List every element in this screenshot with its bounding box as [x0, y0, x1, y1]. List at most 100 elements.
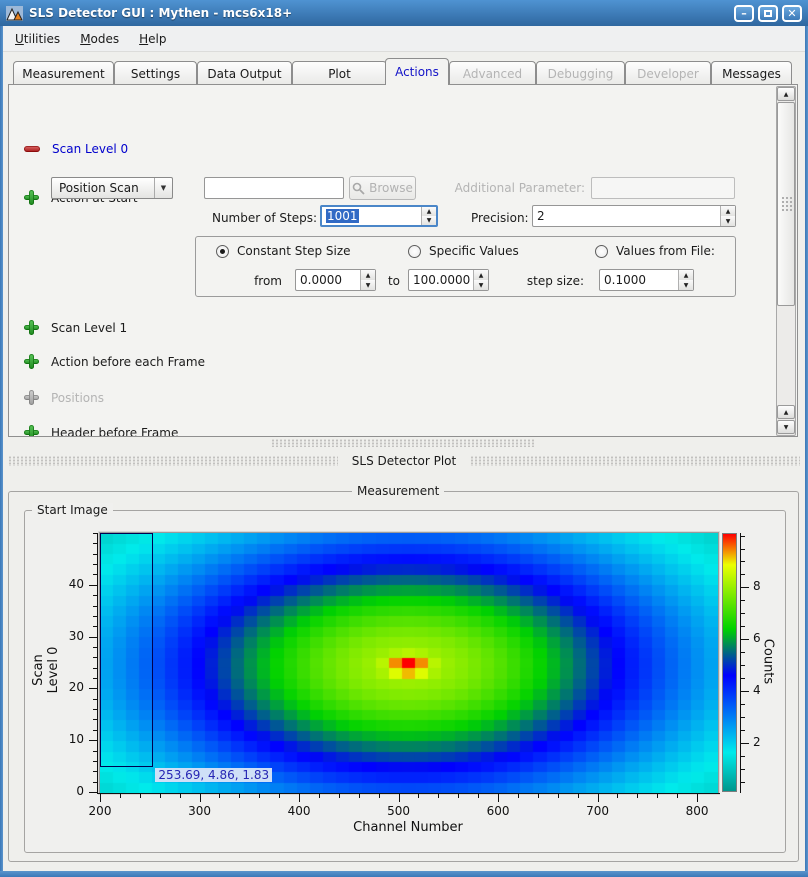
radio-constant-step[interactable]: Constant Step Size	[216, 244, 351, 258]
scan-level-0-row[interactable]: Scan Level 0	[24, 142, 128, 156]
spin-up-icon[interactable]: ▲	[679, 270, 693, 280]
x-tick-label: 400	[279, 804, 319, 818]
splitter-handle[interactable]	[271, 439, 536, 447]
y-major-tick	[89, 585, 97, 586]
y-tick-label: 0	[52, 784, 84, 798]
x-tick-label: 600	[478, 804, 518, 818]
x-minor-tick	[677, 794, 678, 798]
maximize-button[interactable]	[758, 5, 778, 22]
y-minor-tick	[93, 719, 97, 720]
menu-modes[interactable]: Modes	[72, 29, 127, 49]
tab-messages[interactable]: Messages	[711, 61, 792, 85]
scrollbar-down-button[interactable]: ▼	[777, 420, 795, 434]
spin-down-icon[interactable]: ▼	[474, 280, 488, 290]
radio-icon[interactable]	[595, 245, 608, 258]
colorbar-axis-line	[740, 533, 741, 793]
spin-up-icon[interactable]: ▲	[361, 270, 375, 280]
precision-spinbox[interactable]: 2 ▲▼	[532, 205, 736, 227]
plot-canvas-frame	[99, 532, 719, 794]
x-minor-tick	[438, 794, 439, 798]
x-minor-tick	[279, 794, 280, 798]
scan-mode-combobox[interactable]: Position Scan ▼	[51, 177, 173, 199]
action-before-frame-label: Action before each Frame	[51, 355, 205, 369]
x-minor-tick	[180, 794, 181, 798]
y-minor-tick	[93, 730, 97, 731]
radio-specific-values[interactable]: Specific Values	[408, 244, 519, 258]
from-spinbox[interactable]: 0.0000 ▲▼	[295, 269, 376, 291]
expand-plus-icon[interactable]	[24, 320, 39, 335]
radio-icon[interactable]	[408, 245, 421, 258]
dock-titlebar-texture-left[interactable]	[8, 456, 338, 466]
y-minor-tick	[93, 533, 97, 534]
x-minor-tick	[458, 794, 459, 798]
menu-help[interactable]: Help	[131, 29, 174, 49]
number-of-steps-spinbox[interactable]: 1001 ▲▼	[320, 205, 438, 227]
colorbar-tick-label: 6	[753, 631, 773, 645]
precision-label: Precision:	[471, 211, 527, 225]
chevron-down-icon[interactable]: ▼	[154, 178, 172, 198]
colorbar-minor-tick	[741, 549, 745, 550]
title-bar[interactable]: SLS Detector GUI : Mythen - mcs6x18+ – ✕	[0, 0, 808, 26]
scan-level-1-row[interactable]: Scan Level 1	[24, 320, 127, 335]
y-minor-tick	[93, 761, 97, 762]
x-minor-tick	[259, 794, 260, 798]
scan-script-input[interactable]	[204, 177, 344, 199]
menu-utilities[interactable]: Utilities	[7, 29, 68, 49]
maximize-icon	[764, 10, 772, 17]
actions-panel: Action at Start Scan Level 0 Position Sc…	[8, 84, 798, 437]
measurement-group-title: Measurement	[352, 484, 444, 498]
dock-titlebar-texture-right[interactable]	[470, 456, 800, 466]
colorbar-major-tick	[741, 587, 749, 588]
y-minor-tick	[93, 554, 97, 555]
scan-level-1-label: Scan Level 1	[51, 321, 127, 335]
colorbar-minor-tick	[741, 704, 745, 705]
header-before-frame-row[interactable]: Header before Frame	[24, 425, 178, 437]
spin-down-icon[interactable]: ▼	[679, 280, 693, 290]
heatmap-canvas[interactable]	[100, 533, 718, 793]
zoom-selection-rect[interactable]	[100, 533, 153, 767]
colorbar-tick-label: 4	[753, 683, 773, 697]
expand-plus-icon[interactable]	[24, 425, 39, 437]
step-size-spinbox[interactable]: 0.1000 ▲▼	[599, 269, 694, 291]
tab-settings[interactable]: Settings	[114, 61, 197, 85]
expand-plus-icon[interactable]	[24, 354, 39, 369]
number-of-steps-label: Number of Steps:	[189, 211, 317, 225]
window-border-bottom	[0, 871, 808, 877]
tab-actions[interactable]: Actions	[385, 58, 449, 85]
tab-plot[interactable]: Plot	[292, 61, 387, 85]
tab-debugging: Debugging	[536, 61, 625, 85]
x-major-tick	[697, 794, 698, 802]
scrollbar-thumb[interactable]	[777, 102, 795, 306]
spin-up-icon[interactable]: ▲	[721, 206, 735, 216]
tab-data-output[interactable]: Data Output	[197, 61, 292, 85]
to-spinbox[interactable]: 100.0000 ▲▼	[408, 269, 489, 291]
minimize-button[interactable]: –	[734, 5, 754, 22]
x-minor-tick	[578, 794, 579, 798]
y-tick-label: 30	[52, 629, 84, 643]
additional-parameter-input	[591, 177, 735, 199]
scrollbar-up-button[interactable]: ▲	[777, 87, 795, 101]
y-minor-tick	[93, 574, 97, 575]
spin-down-icon[interactable]: ▼	[721, 216, 735, 226]
spin-down-icon[interactable]: ▼	[361, 280, 375, 290]
radio-values-from-file[interactable]: Values from File:	[595, 244, 715, 258]
additional-parameter-label: Additional Parameter:	[439, 181, 585, 195]
scrollbar-up-button-2[interactable]: ▲	[777, 405, 795, 419]
step-mode-groupbox: Constant Step Size Specific Values Value…	[195, 236, 736, 297]
radio-checked-icon[interactable]	[216, 245, 229, 258]
spin-up-icon[interactable]: ▲	[474, 270, 488, 280]
y-minor-tick	[93, 678, 97, 679]
x-axis-line	[97, 793, 720, 794]
expand-plus-icon[interactable]	[24, 190, 39, 205]
close-button[interactable]: ✕	[782, 5, 802, 22]
spin-up-icon[interactable]: ▲	[422, 207, 436, 216]
y-tick-label: 10	[52, 732, 84, 746]
tab-measurement[interactable]: Measurement	[13, 61, 114, 85]
collapse-minus-icon[interactable]	[24, 146, 40, 152]
y-major-tick	[89, 740, 97, 741]
x-minor-tick	[478, 794, 479, 798]
action-before-frame-row[interactable]: Action before each Frame	[24, 354, 205, 369]
spin-down-icon[interactable]: ▼	[422, 216, 436, 225]
colorbar-minor-tick	[741, 756, 745, 757]
colorbar-tick-label: 2	[753, 735, 773, 749]
